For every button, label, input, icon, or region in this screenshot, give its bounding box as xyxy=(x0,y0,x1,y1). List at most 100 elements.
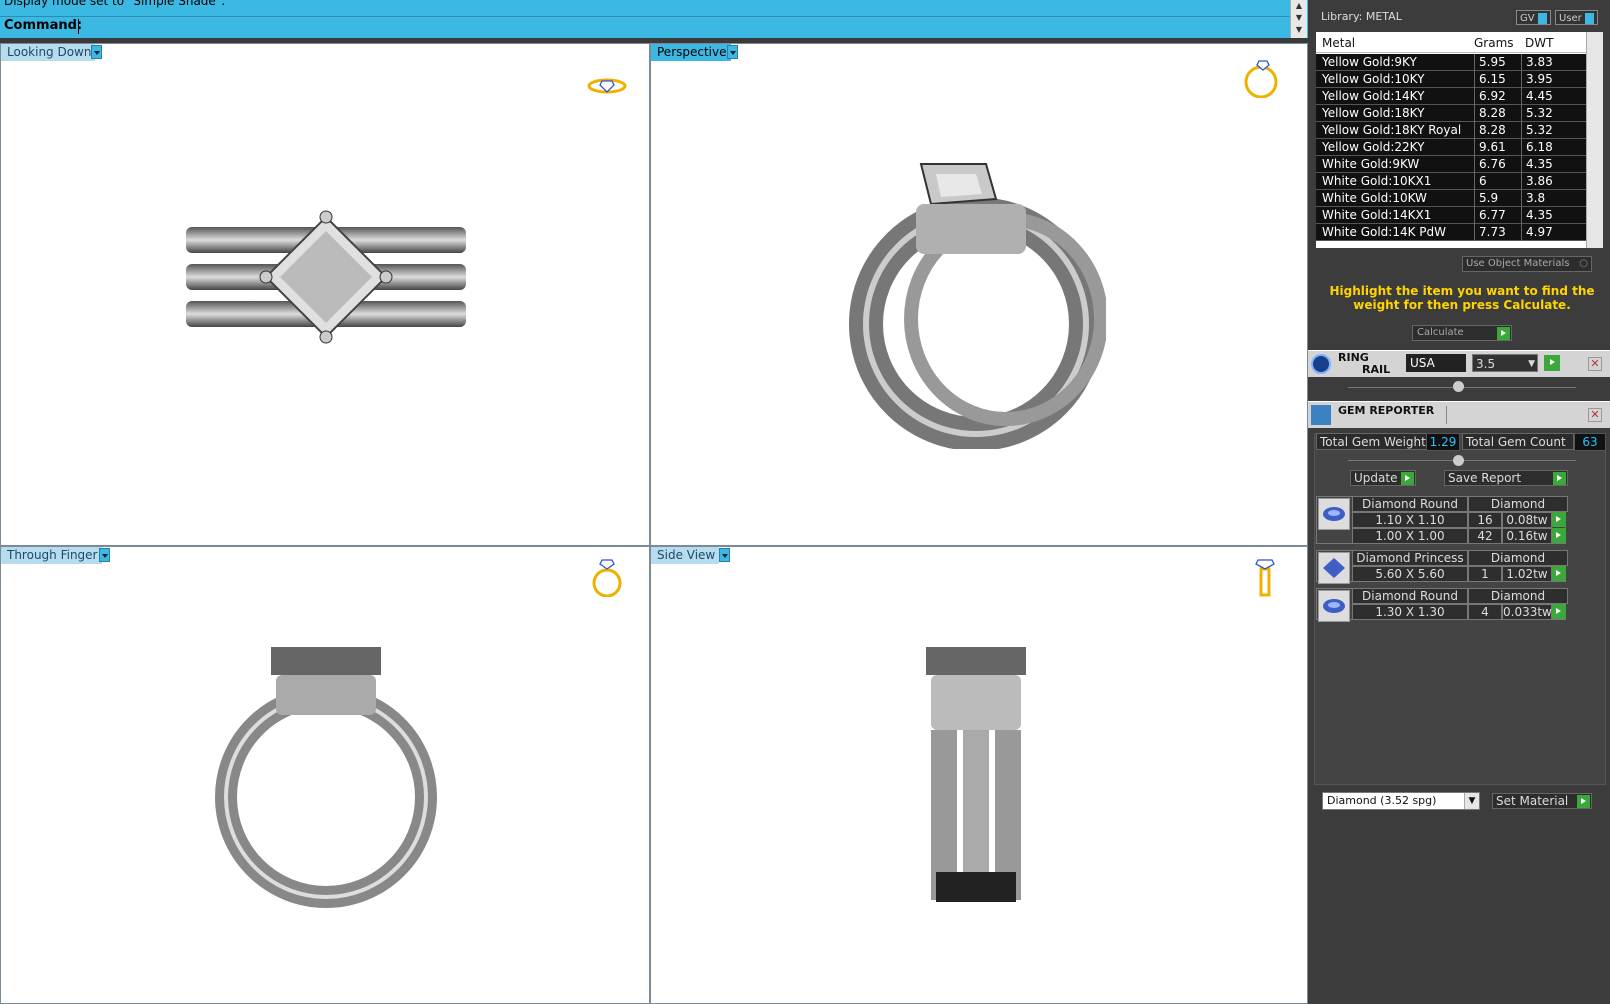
gem-reporter-icon xyxy=(1311,405,1331,425)
dwt-cell: 4.45 xyxy=(1521,88,1553,105)
ring-size-select[interactable]: 3.5 ▼ xyxy=(1472,354,1538,372)
header-metal[interactable]: Metal xyxy=(1322,36,1355,50)
scroll-down-icon[interactable]: ▼ xyxy=(1291,12,1307,24)
viewport-label[interactable]: Perspective xyxy=(651,44,731,61)
metal-row[interactable]: Yellow Gold:22KY 9.61 6.18 xyxy=(1316,139,1586,156)
close-icon[interactable]: ✕ xyxy=(1588,408,1602,422)
dwt-cell: 5.32 xyxy=(1521,122,1553,139)
viewport-side-view[interactable]: Side View xyxy=(650,546,1308,1004)
material-select[interactable]: Diamond (3.52 spg) ▼ xyxy=(1322,792,1480,810)
metal-table[interactable]: Metal Grams DWT Yellow Gold:9KY 5.95 3.83 Y… xyxy=(1316,32,1603,248)
total-gem-count-label: Total Gem Count xyxy=(1462,433,1574,450)
radio-icon: ○ xyxy=(1579,258,1588,269)
grams-cell: 8.28 xyxy=(1474,105,1506,122)
metal-row[interactable]: Yellow Gold:18KY 8.28 5.32 xyxy=(1316,105,1586,122)
gem-count-cell: 1 xyxy=(1468,566,1502,582)
dwt-cell: 3.95 xyxy=(1521,71,1553,88)
ring-front-nav-icon[interactable] xyxy=(587,557,627,597)
command-divider xyxy=(0,16,1290,17)
dwt-cell: 3.83 xyxy=(1521,54,1553,71)
ring-rail-bar: RING RAIL USA 3.5 ▼ ✕ xyxy=(1308,350,1610,377)
ring-perspective-nav-icon[interactable] xyxy=(1241,58,1281,98)
metal-row[interactable]: White Gold:14K PdW 7.73 4.97 xyxy=(1316,224,1586,241)
command-input[interactable] xyxy=(78,19,79,34)
command-scrollbar[interactable]: ▲ ▼ ▼ xyxy=(1290,0,1307,38)
go-arrow-icon xyxy=(1401,472,1414,485)
total-gem-count-value: 63 xyxy=(1574,433,1606,451)
scroll-end-icon[interactable]: ▼ xyxy=(1291,24,1307,36)
splitter-handle-icon[interactable] xyxy=(1453,381,1464,392)
grams-cell: 9.61 xyxy=(1474,139,1506,156)
splitter-handle-icon[interactable] xyxy=(1453,455,1464,466)
update-button[interactable]: Update xyxy=(1350,470,1416,486)
ring-perspective-render xyxy=(849,163,1106,449)
save-report-button[interactable]: Save Report xyxy=(1444,470,1568,486)
metal-table-scrollbar[interactable] xyxy=(1586,32,1603,248)
close-icon[interactable]: ✕ xyxy=(1588,357,1602,371)
apply-ring-size-button[interactable] xyxy=(1544,355,1560,371)
command-bar: Display mode set to "Simple Shade". Comm… xyxy=(0,0,1308,38)
gem-size-cell: 5.60 X 5.60 xyxy=(1352,566,1468,582)
gv-toggle[interactable]: GV xyxy=(1516,10,1551,25)
viewport-menu-chevron-icon[interactable] xyxy=(719,548,730,562)
select-gem-button[interactable] xyxy=(1552,528,1566,543)
metal-name-cell: Yellow Gold:9KY xyxy=(1322,55,1417,69)
round-diamond-icon xyxy=(1318,498,1350,530)
grams-cell: 6.77 xyxy=(1474,207,1506,224)
go-arrow-icon xyxy=(1552,567,1565,580)
title-divider xyxy=(1446,406,1447,424)
viewport-menu-chevron-icon[interactable] xyxy=(99,548,110,562)
gem-weight-cell: 0.033tw xyxy=(1502,604,1552,620)
ring-side-nav-icon[interactable] xyxy=(1245,557,1285,597)
use-object-materials-button[interactable]: Use Object Materials ○ xyxy=(1462,256,1592,272)
metal-name-cell: Yellow Gold:22KY xyxy=(1322,140,1425,154)
gem-count-cell: 4 xyxy=(1468,604,1502,620)
ring-front-render xyxy=(215,647,437,908)
metal-row[interactable]: Yellow Gold:18KY Royal 8.28 5.32 xyxy=(1316,122,1586,139)
calculate-label: Calculate xyxy=(1417,327,1464,338)
metal-name-cell: Yellow Gold:18KY Royal xyxy=(1322,123,1462,137)
viewport-menu-chevron-icon[interactable] xyxy=(727,45,738,59)
gem-weight-cell: 0.16tw xyxy=(1502,528,1552,544)
gem-shape-label: Diamond Round xyxy=(1352,496,1468,512)
viewport-looking-down[interactable]: Looking Down xyxy=(0,43,650,546)
gem-weight-cell: 0.08tw xyxy=(1502,512,1552,528)
ring-size-value: 3.5 xyxy=(1476,357,1496,371)
gem-weight-cell: 1.02tw xyxy=(1502,566,1552,582)
ring-size-standard-field[interactable]: USA xyxy=(1406,354,1466,372)
user-toggle[interactable]: User xyxy=(1555,10,1598,25)
select-gem-button[interactable] xyxy=(1552,566,1566,581)
command-prompt-label: Command: xyxy=(4,18,83,33)
go-arrow-icon xyxy=(1497,327,1510,340)
gem-material-label: Diamond xyxy=(1468,588,1568,604)
metal-row[interactable]: Yellow Gold:9KY 5.95 3.83 xyxy=(1316,54,1586,71)
select-gem-button[interactable] xyxy=(1552,604,1566,619)
header-dwt[interactable]: DWT xyxy=(1525,36,1553,50)
metal-row[interactable]: Yellow Gold:14KY 6.92 4.45 xyxy=(1316,88,1586,105)
go-arrow-icon xyxy=(1553,472,1566,485)
go-arrow-icon xyxy=(1577,795,1590,808)
viewport-label[interactable]: Side View xyxy=(651,547,720,564)
metal-name-cell: White Gold:14KX1 xyxy=(1322,208,1432,222)
metal-row[interactable]: Yellow Gold:10KY 6.15 3.95 xyxy=(1316,71,1586,88)
metal-name-cell: White Gold:10KW xyxy=(1322,191,1427,205)
viewport-through-finger[interactable]: Through Finger xyxy=(0,546,650,1004)
ring-top-nav-icon[interactable] xyxy=(587,72,627,112)
viewport-label[interactable]: Looking Down xyxy=(1,44,96,61)
metal-row[interactable]: White Gold:9KW 6.76 4.35 xyxy=(1316,156,1586,173)
viewport-perspective[interactable]: Perspective xyxy=(650,43,1308,546)
metal-row[interactable]: White Gold:14KX1 6.77 4.35 xyxy=(1316,207,1586,224)
scroll-up-icon[interactable]: ▲ xyxy=(1291,0,1307,12)
metal-row[interactable]: White Gold:10KW 5.9 3.8 xyxy=(1316,190,1586,207)
viewport-label[interactable]: Through Finger xyxy=(1,547,102,564)
calculate-button[interactable]: Calculate xyxy=(1412,325,1512,341)
metal-row[interactable]: White Gold:10KX1 6 3.86 xyxy=(1316,173,1586,190)
select-gem-button[interactable] xyxy=(1552,512,1566,527)
metal-name-cell: Yellow Gold:14KY xyxy=(1322,89,1425,103)
header-grams[interactable]: Grams xyxy=(1474,36,1514,50)
material-select-value: Diamond (3.52 spg) xyxy=(1327,794,1437,807)
go-arrow-icon xyxy=(1552,529,1565,542)
update-label: Update xyxy=(1354,471,1398,485)
viewport-menu-chevron-icon[interactable] xyxy=(91,45,102,59)
set-material-button[interactable]: Set Material xyxy=(1492,793,1592,809)
